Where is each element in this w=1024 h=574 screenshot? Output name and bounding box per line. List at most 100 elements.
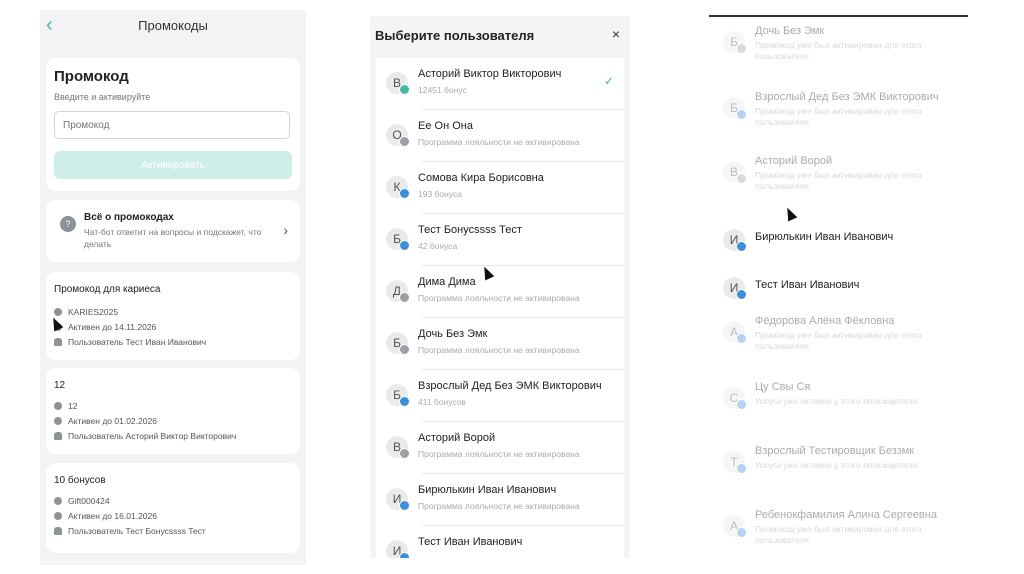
- user-name: Взрослый Дед Без ЭМК Викторович: [418, 380, 602, 392]
- user-status: Промокод уже был активирован для этого п…: [755, 330, 922, 351]
- promo-valid: Активен до 01.02.2026: [68, 416, 157, 426]
- promo-code-row: Gift000424: [54, 495, 110, 507]
- status-dot-icon: [736, 527, 747, 538]
- status-dot-icon: [399, 188, 410, 199]
- promo-valid-row: Активен до 14.11.2026: [54, 321, 156, 333]
- avatar: А: [723, 515, 747, 538]
- promo-user-item: С Цу Свы Ся Услуга уже активна у этого пол…: [709, 381, 959, 427]
- promo-code: 12: [68, 401, 78, 411]
- user-status: Программа лояльности не активирована: [418, 501, 580, 511]
- avatar: А: [723, 321, 747, 344]
- promo-bot-card[interactable]: ? Всё о промокодах Чат-бот ответит на во…: [46, 200, 300, 262]
- status-dot-icon: [399, 240, 410, 251]
- avatar: В: [386, 72, 410, 95]
- status-dot-icon: [399, 500, 410, 511]
- user-status: Услуга уже активна у этого пользователя: [755, 460, 918, 470]
- promo-card[interactable]: Промокод для кариеса KARIES2025 Активен …: [46, 272, 300, 360]
- user-name: Асторий Ворой: [755, 155, 833, 167]
- user-status: 411 бонусов: [418, 397, 466, 407]
- promo-user-item: А Фёдорова Алёна Фёкловна Промокод уже был…: [709, 315, 959, 361]
- user-status: Промокод уже был активирован для этого п…: [755, 40, 922, 61]
- avatar: Б: [386, 384, 410, 407]
- user-name: Ребенокфамилия Алина Сергеевна: [755, 509, 937, 521]
- user-list-item[interactable]: В Асторий Ворой Программа лояльности не ак…: [376, 422, 624, 474]
- avatar: И: [386, 540, 410, 558]
- promo-valid: Активен до 16.01.2026: [68, 511, 157, 521]
- avatar: Б: [386, 228, 410, 251]
- status-dot-icon: [736, 173, 747, 184]
- avatar: И: [723, 229, 747, 252]
- user-list-item[interactable]: В Асторий Виктор Викторович 12451 бонус ✓: [376, 58, 624, 110]
- avatar: С: [723, 387, 747, 410]
- status-dot-icon: [399, 448, 410, 459]
- promo-valid-row: Активен до 01.02.2026: [54, 415, 157, 427]
- status-dot-icon: [399, 344, 410, 355]
- bot-title: Всё о промокодах: [84, 212, 174, 223]
- user-status: Промокод уже был активирован для этого п…: [755, 524, 922, 545]
- promo-valid-row: Активен до 16.01.2026: [54, 510, 157, 522]
- user-status: Промокод уже был активирован для этого п…: [755, 106, 922, 127]
- avatar: В: [723, 161, 747, 184]
- promo-user-item[interactable]: И Бирюлькин Иван Иванович: [709, 223, 959, 253]
- status-dot-icon: [736, 463, 747, 474]
- mouse-cursor-icon: [782, 205, 798, 222]
- user-status: 193 бонуса: [418, 189, 462, 199]
- clock-icon: [54, 417, 62, 425]
- user-list-item[interactable]: И Бирюлькин Иван Иванович Программа лояльн…: [376, 474, 624, 526]
- chevron-right-icon: ›: [283, 222, 288, 238]
- user-status: Программа лояльности не активирована: [418, 293, 580, 303]
- user-status: Промокод уже был активирован для этого п…: [755, 170, 922, 191]
- promo-codes-screen: ‹ Промокоды Промокод Введите и активируй…: [40, 10, 306, 565]
- user-list-item[interactable]: Б Взрослый Дед Без ЭМК Викторович 411 бону…: [376, 370, 624, 422]
- user-list-item[interactable]: И Тест Иван Иванович: [376, 526, 624, 558]
- user-name: Бирюлькин Иван Иванович: [755, 231, 894, 243]
- avatar: Т: [723, 451, 747, 474]
- user-list-item[interactable]: Б Дочь Без Эмк Программа лояльности не акт…: [376, 318, 624, 370]
- promo-heading: Промокод: [54, 68, 129, 85]
- close-icon[interactable]: ×: [612, 26, 620, 42]
- sheet-title: Выберите пользователя: [375, 28, 535, 43]
- checkmark-icon: ✓: [603, 74, 614, 88]
- promo-user-item: А Ребенокфамилия Алина Сергеевна Промокод …: [709, 509, 959, 555]
- status-dot-icon: [736, 399, 747, 410]
- user-status: Программа лояльности не активирована: [418, 449, 580, 459]
- promo-user: Пользователь Тест Иван Иванович: [68, 337, 207, 347]
- avatar: К: [386, 176, 410, 199]
- user-name: Тест Бонусssss Тест: [418, 224, 522, 236]
- person-icon: [54, 338, 62, 346]
- user-status: Программа лояльности не активирована: [418, 345, 580, 355]
- promo-title: Промокод для кариеса: [54, 284, 161, 295]
- status-dot-icon: [399, 136, 410, 147]
- info-icon: [54, 308, 62, 316]
- status-dot-icon: [399, 84, 410, 95]
- user-list-item[interactable]: Д Дима Дима Программа лояльности не активи…: [376, 266, 624, 318]
- user-name: Взрослый Дед Без ЭМК Викторович: [755, 91, 939, 103]
- bot-subtitle: Чат-бот ответит на вопросы и подскажет, …: [84, 227, 262, 249]
- user-status: 42 бонуса: [418, 241, 458, 251]
- user-name: Асторий Виктор Викторович: [418, 68, 562, 80]
- promo-user: Пользователь Асторий Виктор Викторович: [68, 431, 237, 441]
- activate-button[interactable]: Активировать: [54, 151, 292, 179]
- user-name: Тест Иван Иванович: [418, 536, 523, 548]
- user-list-item[interactable]: О Ее Он Она Программа лояльности не активи…: [376, 110, 624, 162]
- promo-card[interactable]: 10 бонусов Gift000424 Активен до 16.01.2…: [46, 463, 300, 553]
- promo-user-item[interactable]: И Тест Иван Иванович: [709, 271, 959, 301]
- status-dot-icon: [736, 43, 747, 54]
- status-dot-icon: [736, 289, 747, 300]
- user-name: Тест Иван Иванович: [755, 279, 860, 291]
- chat-bot-icon: ?: [60, 216, 76, 232]
- user-name: Дима Дима: [418, 276, 476, 288]
- user-list-item[interactable]: Б Тест Бонусssss Тест 42 бонуса: [376, 214, 624, 266]
- status-dot-icon: [736, 109, 747, 120]
- promo-card[interactable]: 12 12 Активен до 01.02.2026 Пользователь…: [46, 368, 300, 454]
- promo-valid: Активен до 14.11.2026: [68, 322, 157, 332]
- promo-code-input[interactable]: [54, 111, 290, 139]
- avatar: Б: [723, 97, 747, 120]
- status-dot-icon: [399, 552, 410, 558]
- promo-code: KARIES2025: [68, 307, 119, 317]
- top-bar: ‹ Промокоды: [40, 10, 306, 44]
- user-list-item[interactable]: К Сомова Кира Борисовна 193 бонуса: [376, 162, 624, 214]
- avatar: Б: [723, 31, 747, 54]
- clock-icon: [54, 512, 62, 520]
- user-name: Дочь Без Эмк: [755, 25, 825, 37]
